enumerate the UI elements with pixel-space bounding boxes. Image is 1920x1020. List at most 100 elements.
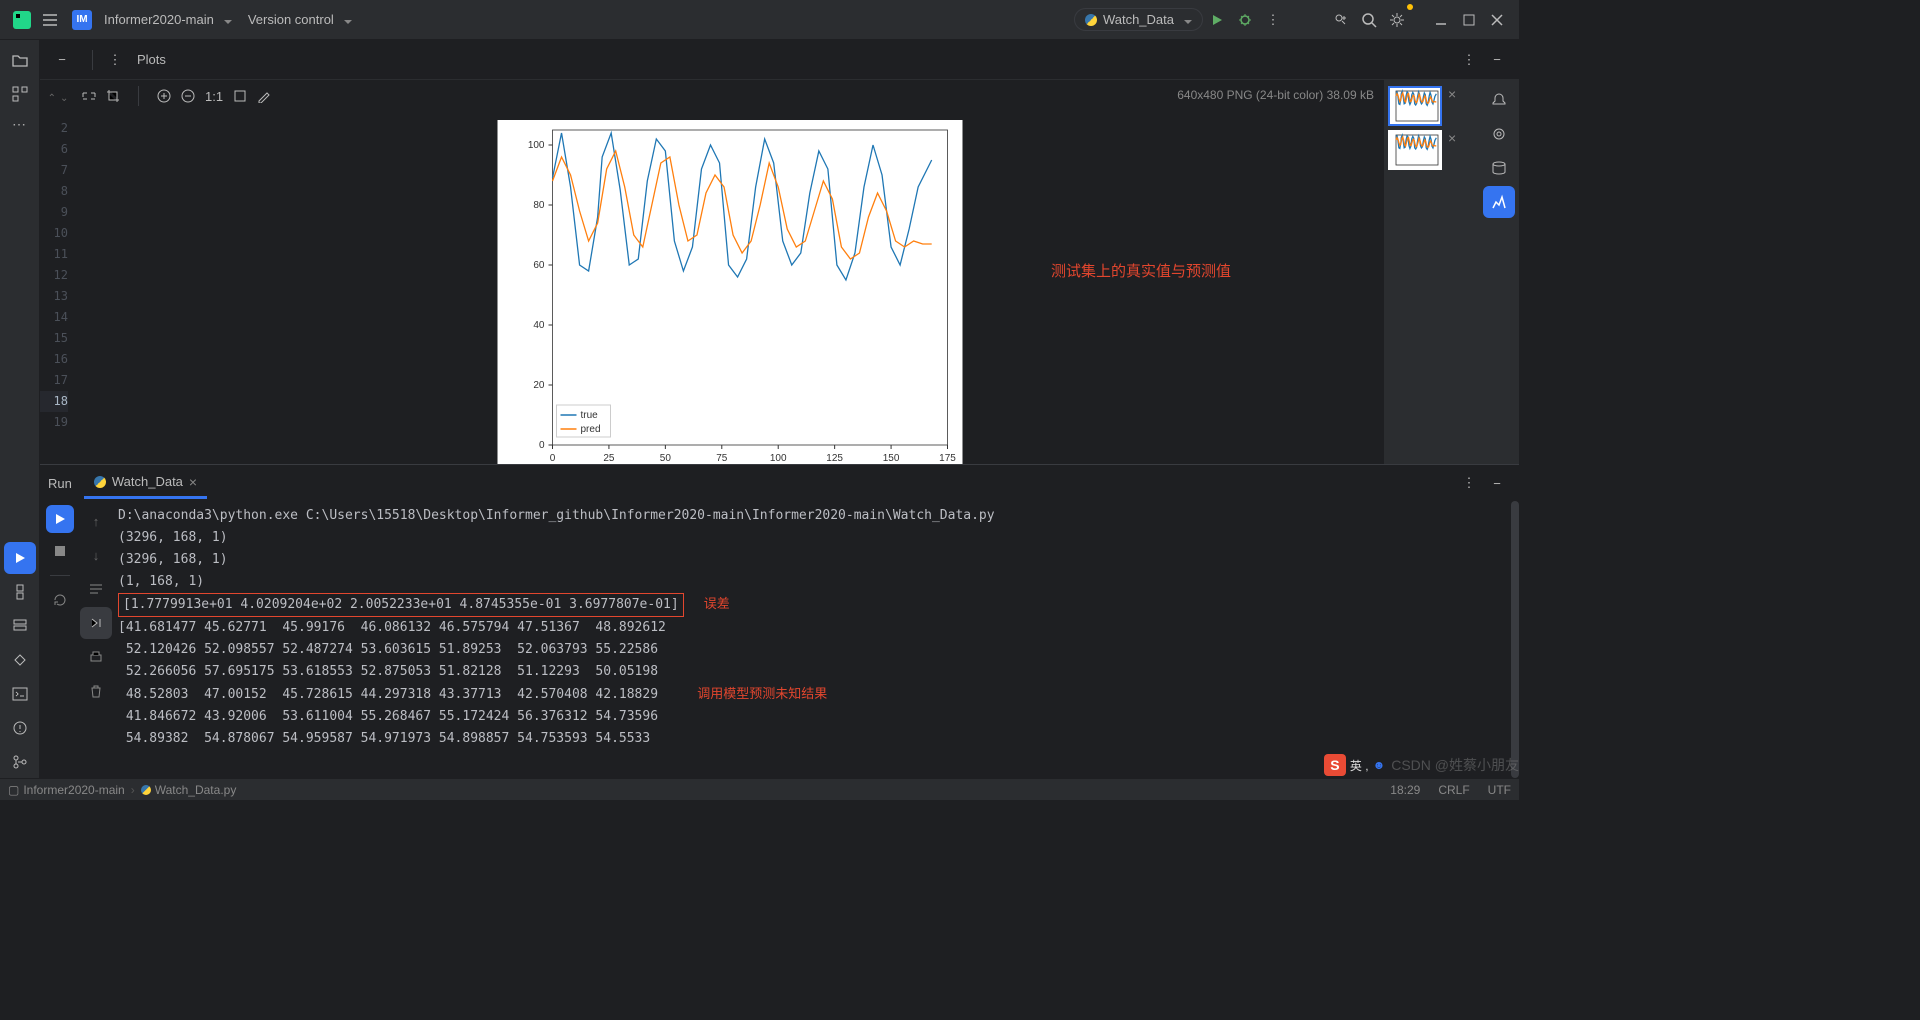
status-eol[interactable]: CRLF [1438,783,1469,797]
breadcrumb-folder[interactable]: Informer2020-main [23,783,124,797]
code-with-me-icon[interactable] [1327,6,1355,34]
run-panel-minimize-icon[interactable]: − [1483,469,1511,497]
run-panel-label: Run [48,476,72,491]
export-icon[interactable] [233,89,247,103]
svg-text:100: 100 [528,140,545,151]
plots-toolbar: − ⋮ Plots ⋮ − [40,40,1519,80]
minimize-window-icon[interactable] [1427,6,1455,34]
fit-width-icon[interactable] [82,89,96,103]
svg-text:0: 0 [550,453,556,464]
svg-text:0: 0 [539,440,545,451]
zoom-out-icon[interactable] [181,89,195,103]
plots-more-icon[interactable]: ⋮ [101,46,129,74]
vcs-dropdown[interactable]: Version control [240,8,360,31]
maximize-window-icon[interactable] [1455,6,1483,34]
close-window-icon[interactable] [1483,6,1511,34]
plot-thumbnails: × × [1384,80,1479,464]
thumbnail-1[interactable] [1388,86,1442,126]
svg-text:25: 25 [603,453,615,464]
zoom-reset[interactable]: 1:1 [205,89,223,104]
csdn-watermark: CSDN @姓蔡小朋友 [1391,755,1519,775]
plots-title: Plots [137,52,166,67]
structure-tool-icon[interactable] [4,78,36,110]
problems-tool-icon[interactable] [4,712,36,744]
git-tool-icon[interactable] [4,746,36,778]
print-icon[interactable] [80,641,112,673]
debug-button[interactable] [1231,6,1259,34]
plot-image[interactable]: 0255075100125150175020406080100truepred [498,120,963,464]
thumbnail-2[interactable] [1388,130,1442,170]
plots-minimize-icon[interactable]: − [1483,46,1511,74]
svg-text:60: 60 [533,260,545,271]
svg-text:40: 40 [533,320,545,331]
python-console-icon[interactable] [4,644,36,676]
notifications-icon[interactable] [1483,84,1515,116]
project-tool-icon[interactable] [4,44,36,76]
chevron-down-icon [220,12,232,27]
plot-info-text: 640x480 PNG (24-bit color) 38.09 kB [1177,88,1374,102]
more-tools-icon[interactable]: ⋯ [12,116,27,133]
main-menu-icon[interactable] [36,6,64,34]
console-output[interactable]: D:\anaconda3\python.exe C:\Users\15518\D… [112,501,1519,778]
top-bar: IM Informer2020-main Version control Wat… [0,0,1519,40]
services-tool-icon[interactable] [4,610,36,642]
svg-text:175: 175 [939,453,956,464]
fold-down-icon[interactable]: ⌄ [60,93,68,104]
status-encoding[interactable]: UTF [1488,783,1511,797]
ime-text: 英 , [1350,757,1369,774]
run-tool-icon[interactable] [4,542,36,574]
run-tab[interactable]: Watch_Data × [84,468,207,499]
svg-text:50: 50 [660,453,672,464]
tab-close-icon[interactable]: × [189,474,197,490]
python-icon [94,476,106,488]
thumbnail-2-close[interactable]: × [1444,130,1460,146]
svg-text:20: 20 [533,380,545,391]
fold-up-icon[interactable]: ⌃ [48,93,56,104]
project-name: Informer2020-main [104,12,214,27]
scroll-up-icon[interactable]: ↑ [80,505,112,537]
right-tool-rail [1479,80,1519,464]
svg-text:true: true [581,410,599,421]
settings-icon[interactable] [1383,6,1411,34]
more-actions-icon[interactable]: ⋮ [1259,6,1287,34]
rerun-button[interactable] [46,505,74,533]
collapse-icon[interactable]: − [48,46,76,74]
project-badge: IM [72,10,92,30]
rerun-icon[interactable] [44,584,76,616]
app-icon[interactable] [8,6,36,34]
svg-text:75: 75 [716,453,728,464]
plots-options-icon[interactable]: ⋮ [1455,46,1483,74]
scroll-to-end-icon[interactable] [80,607,112,639]
database-tool-icon[interactable] [1483,152,1515,184]
edit-icon[interactable] [257,89,271,103]
stop-button[interactable] [44,535,76,567]
run-config-selector[interactable]: Watch_Data [1074,8,1203,31]
python-packages-icon[interactable] [4,576,36,608]
plot-viewer: 1:1 640x480 PNG (24-bit color) 38.09 kB … [76,80,1384,464]
thumbnail-1-close[interactable]: × [1444,86,1460,102]
ime-badge[interactable]: S [1324,754,1346,776]
plot-controls: 1:1 [82,86,271,106]
run-tab-name: Watch_Data [112,474,183,489]
left-tool-rail: ⋯ [0,40,40,778]
svg-text:125: 125 [826,453,843,464]
svg-text:150: 150 [883,453,900,464]
run-config-name: Watch_Data [1103,12,1174,27]
project-dropdown[interactable]: IM Informer2020-main [64,6,240,34]
annotation-truth-pred: 测试集上的真实值与预测值 [1051,260,1231,281]
sciview-tool-icon[interactable] [1483,186,1515,218]
ai-assistant-icon[interactable] [1483,118,1515,150]
zoom-in-icon[interactable] [157,89,171,103]
svg-text:100: 100 [770,453,787,464]
terminal-tool-icon[interactable] [4,678,36,710]
breadcrumb-file[interactable]: Watch_Data.py [155,783,237,797]
search-icon[interactable] [1355,6,1383,34]
chevron-down-icon [340,12,352,27]
crop-icon[interactable] [106,89,120,103]
soft-wrap-icon[interactable] [80,573,112,605]
delete-icon[interactable] [80,675,112,707]
run-panel-options-icon[interactable]: ⋮ [1455,469,1483,497]
scrollbar-thumb[interactable] [1511,501,1519,778]
run-button[interactable] [1203,6,1231,34]
scroll-down-icon[interactable]: ↓ [80,539,112,571]
